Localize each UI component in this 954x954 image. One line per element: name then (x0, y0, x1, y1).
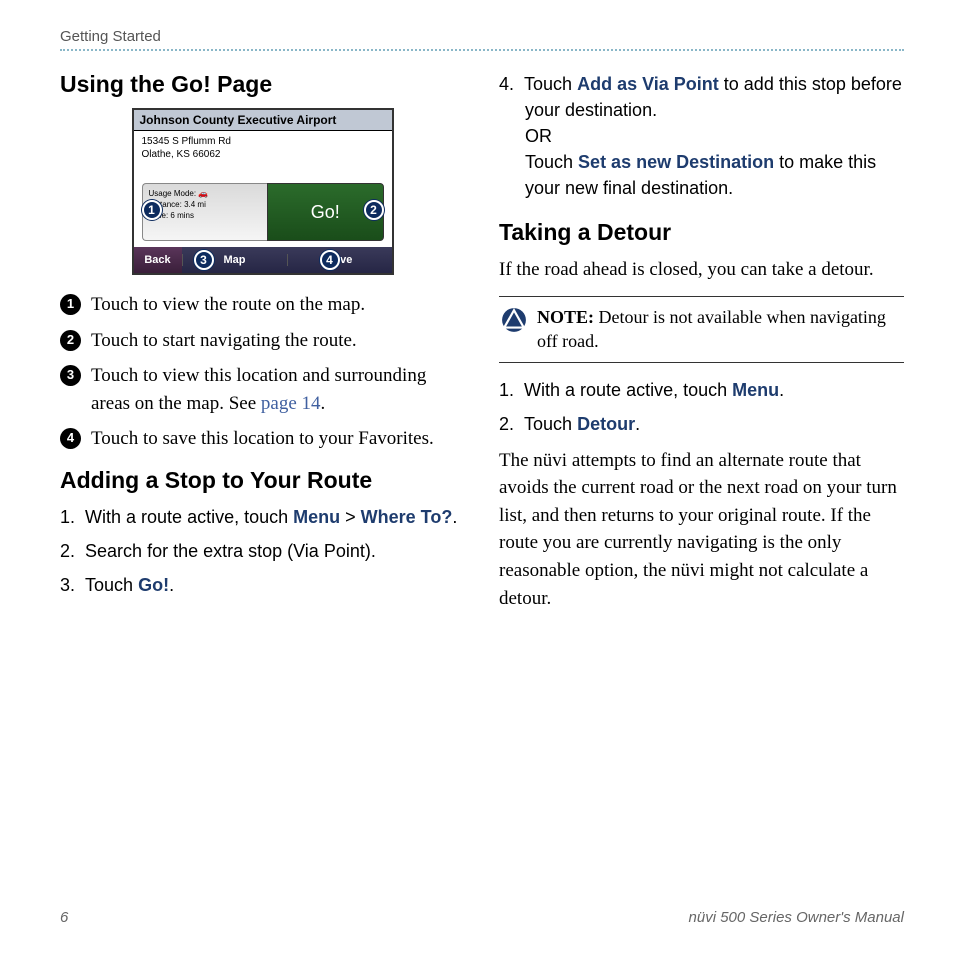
detour-intro: If the road ahead is closed, you can tak… (499, 256, 904, 284)
callout-2: 2 (364, 200, 384, 220)
header-rule (60, 49, 904, 51)
callout-1: 1 (142, 200, 162, 220)
step3-go: Go! (138, 575, 169, 595)
device-mid-row: Usage Mode: 🚗 Distance: 3.4 mi Time: 6 m… (134, 183, 392, 241)
detour-outro: The nüvi attempts to find an alternate r… (499, 447, 904, 612)
step1-whereto: Where To? (361, 507, 453, 527)
ds1-c: . (779, 380, 784, 400)
s4-a: Touch (524, 74, 577, 94)
legend-text-3: Touch to view this location and surround… (91, 362, 465, 417)
step1-menu: Menu (293, 507, 340, 527)
note-text: NOTE: Detour is not available when navig… (537, 305, 902, 354)
heading-adding-stop: Adding a Stop to Your Route (60, 467, 465, 494)
ds2-a: Touch (524, 414, 577, 434)
add-stop-step-2: 2. Search for the extra stop (Via Point)… (60, 538, 465, 564)
legend-num-3: 3 (60, 365, 81, 386)
manual-title: nüvi 500 Series Owner's Manual (689, 909, 904, 926)
heading-go-page: Using the Go! Page (60, 71, 465, 98)
step-num: 3. (60, 575, 75, 595)
device-bottom-bar: Back Map Save (134, 247, 392, 273)
add-stop-step-3: 3. Touch Go!. (60, 572, 465, 598)
legend-num-2: 2 (60, 330, 81, 351)
warning-icon (501, 307, 527, 333)
device-save-button: Save (288, 254, 392, 266)
legend-text-3a: Touch to view this location and surround… (91, 365, 426, 414)
legend-item-2: 2 Touch to start navigating the route. (60, 327, 465, 355)
add-stop-step-1: 1. With a route active, touch Menu > Whe… (60, 504, 465, 530)
step1-a: With a route active, touch (85, 507, 293, 527)
device-addr-line1: 15345 S Pflumm Rd (142, 135, 384, 148)
legend-text-2: Touch to start navigating the route. (91, 327, 357, 355)
content-columns: Using the Go! Page Johnson County Execut… (60, 65, 904, 622)
legend-item-1: 1 Touch to view the route on the map. (60, 291, 465, 319)
s4-via: Add as Via Point (577, 74, 719, 94)
device-address: 15345 S Pflumm Rd Olathe, KS 66062 (134, 131, 392, 183)
detour-step-1: 1. With a route active, touch Menu. (499, 377, 904, 403)
heading-detour: Taking a Detour (499, 219, 904, 246)
step-num: 1. (499, 380, 514, 400)
add-stop-step-4: 4. Touch Add as Via Point to add this st… (499, 71, 904, 201)
ds1-menu: Menu (732, 380, 779, 400)
step1-e: . (452, 507, 457, 527)
device-time: Time: 6 mins (149, 211, 264, 222)
callout-4: 4 (320, 250, 340, 270)
callout-legend: 1 Touch to view the route on the map. 2 … (60, 291, 465, 453)
s4-or: OR (525, 126, 552, 146)
device-addr-line2: Olathe, KS 66062 (142, 148, 384, 161)
step1-c: > (340, 507, 361, 527)
legend-text-1: Touch to view the route on the map. (91, 291, 365, 319)
ds2-c: . (635, 414, 640, 434)
page-number: 6 (60, 909, 68, 926)
note-label: NOTE: (537, 307, 594, 327)
step3-a: Touch (85, 575, 138, 595)
step-num: 2. (60, 541, 75, 561)
step-num: 2. (499, 414, 514, 434)
step-num: 1. (60, 507, 75, 527)
s4-d: Touch (525, 152, 578, 172)
device-back-button: Back (134, 247, 182, 273)
section-header: Getting Started (60, 28, 904, 45)
add-stop-continuation: 4. Touch Add as Via Point to add this st… (499, 71, 904, 201)
left-column: Using the Go! Page Johnson County Execut… (60, 65, 465, 622)
right-column: 4. Touch Add as Via Point to add this st… (499, 65, 904, 622)
callout-3: 3 (194, 250, 214, 270)
device-usage-mode: Usage Mode: 🚗 (149, 189, 264, 200)
legend-item-4: 4 Touch to save this location to your Fa… (60, 425, 465, 453)
s4-newdest: Set as new Destination (578, 152, 774, 172)
legend-text-4: Touch to save this location to your Favo… (91, 425, 434, 453)
legend-num-4: 4 (60, 428, 81, 449)
step-num: 4. (499, 74, 514, 94)
legend-item-3: 3 Touch to view this location and surrou… (60, 362, 465, 417)
detour-step-2: 2. Touch Detour. (499, 411, 904, 437)
step2-text: Search for the extra stop (Via Point). (85, 541, 376, 561)
legend-text-3b: . (321, 393, 326, 414)
note-box: NOTE: Detour is not available when navig… (499, 296, 904, 363)
legend-num-1: 1 (60, 294, 81, 315)
device-distance: Distance: 3.4 mi (149, 200, 264, 211)
device-title: Johnson County Executive Airport (134, 110, 392, 131)
add-stop-steps: 1. With a route active, touch Menu > Whe… (60, 504, 465, 598)
ds2-detour: Detour (577, 414, 635, 434)
detour-steps: 1. With a route active, touch Menu. 2. T… (499, 377, 904, 437)
ds1-a: With a route active, touch (524, 380, 732, 400)
page-link[interactable]: page 14 (261, 393, 321, 414)
page-footer: 6 nüvi 500 Series Owner's Manual (60, 909, 904, 926)
step3-c: . (169, 575, 174, 595)
device-screenshot: Johnson County Executive Airport 15345 S… (132, 108, 394, 275)
